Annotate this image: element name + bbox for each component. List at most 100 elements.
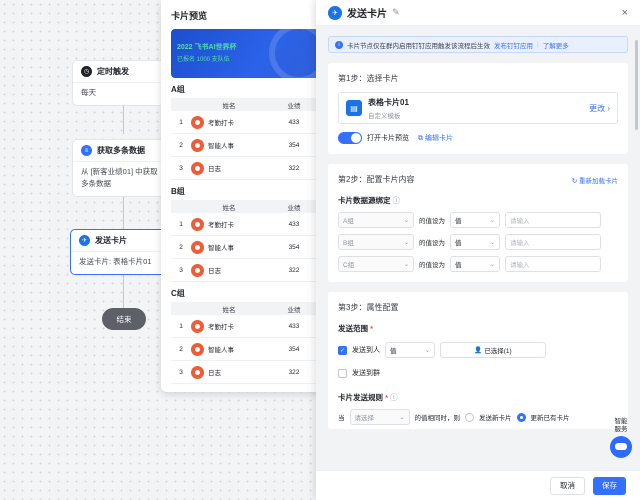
row-value: 433 [288, 118, 300, 126]
send-to-person-label: 发送到人 [352, 347, 380, 354]
preview-toggle[interactable] [338, 132, 362, 144]
value-type-select[interactable]: 值 ⌄ [450, 256, 500, 272]
row-name: 智能人事 [208, 347, 234, 354]
group-title: C组 [171, 289, 185, 298]
notice-text: 卡片节点仅在群内启用钉钉应用触发该流程后生效 [347, 42, 490, 50]
assistant-widget[interactable]: 智能 服务 [607, 418, 635, 458]
send-card-drawer: ✈ 发送卡片 ✎ × i 卡片节点仅在群内启用钉钉应用触发该流程后生效 发布钉钉… [316, 0, 640, 500]
drawer-title: 发送卡片 [347, 9, 387, 20]
rule-field-select[interactable]: 请选择 ⌄ [349, 409, 410, 425]
row-value: 354 [288, 141, 300, 149]
drawer-footer: 取消 保存 [316, 470, 640, 500]
chevron-down-icon: ⌄ [489, 217, 495, 224]
app-icon [191, 217, 204, 231]
col-name: 姓名 [222, 102, 236, 110]
app-icon [191, 240, 204, 254]
change-card-button[interactable]: 更改 › [589, 103, 610, 114]
change-label: 更改 [589, 103, 606, 113]
banner-line2: 已报名 1000 支队伍 [177, 57, 230, 63]
preview-title: 卡片预览 [171, 11, 208, 21]
value-type-select[interactable]: 值 ⌄ [450, 234, 500, 250]
help-icon: ⓘ [392, 196, 401, 205]
chevron-down-icon: ⌄ [403, 239, 409, 246]
node-title: 定时触发 [97, 67, 129, 76]
reload-label: 重新加载卡片 [579, 177, 618, 185]
cancel-button[interactable]: 取消 [550, 476, 585, 495]
value-type: 值 [455, 240, 462, 247]
row-value: 322 [288, 266, 300, 274]
opt-update-label: 更新已有卡片 [530, 415, 570, 422]
row-num: 1 [179, 118, 183, 126]
group-table: 姓名 业绩 1 考勤打卡 433 2 智能人事 354 3 日志 322 [171, 200, 321, 282]
save-button[interactable]: 保存 [593, 476, 626, 495]
chevron-down-icon: ⌄ [424, 347, 430, 354]
flow-node-send-card[interactable]: ✈ 发送卡片 发送卡片: 表格卡片01 [70, 229, 170, 275]
info-icon: i [335, 40, 343, 49]
send-to-group-checkbox[interactable] [338, 368, 347, 378]
selected-card[interactable]: ▤ 表格卡片01 自定义模板 更改 › [338, 92, 618, 124]
step3-section: 第3步：属性配置 发送范围 * ✓ 发送到人 值 ⌄ 👤 已选择(1) 发送到群 … [328, 292, 628, 429]
bind-label: 卡片数据源绑定 [338, 196, 391, 205]
chevron-down-icon: ⌄ [399, 414, 405, 421]
card-template-icon: ▤ [346, 100, 362, 116]
person-value-select[interactable]: 值 ⌄ [385, 342, 435, 358]
radio-update-existing[interactable] [516, 412, 526, 422]
row-value: 322 [288, 164, 300, 172]
step3-title: 第3步：属性配置 [338, 303, 399, 312]
preview-banner: 2022 飞书AI世界杯 已报名 1000 支队伍 [171, 29, 321, 78]
table-row: 3 日志 322 [171, 157, 321, 180]
group-select[interactable]: C组 ⌄ [338, 256, 414, 272]
card-name: 表格卡片01 [368, 97, 409, 107]
node-body: 从 [新客业绩01] 中获取多条数据 [73, 161, 171, 196]
value-type-select[interactable]: 值 ⌄ [450, 212, 500, 228]
edit-card-link[interactable]: ⧉ 编辑卡片 [418, 133, 453, 143]
row-name: 日志 [208, 166, 221, 173]
connector-line [123, 270, 124, 308]
row-num: 3 [179, 266, 183, 274]
opt-new-label: 发送新卡片 [479, 415, 512, 422]
row-name: 考勤打卡 [208, 120, 234, 127]
flow-node-timer-trigger[interactable]: ◷ 定时触发 每天 [72, 60, 172, 106]
publish-app-link[interactable]: 发布钉钉应用 [494, 40, 533, 50]
col-value: 业绩 [287, 204, 301, 212]
app-icon [191, 138, 204, 152]
user-icon: 👤 [474, 347, 485, 354]
radio-send-new[interactable] [465, 412, 474, 422]
value-input[interactable]: 请输入 [505, 212, 601, 228]
scrollbar[interactable] [635, 40, 638, 130]
learn-more-link[interactable]: 了解更多 [543, 40, 569, 50]
bind-row: C组 ⌄ 的值设为 值 ⌄ 请输入 [338, 256, 618, 272]
reload-card-button[interactable]: ↻ 重新加载卡片 [572, 175, 618, 185]
col-name: 姓名 [222, 306, 236, 314]
row-num: 3 [179, 164, 183, 172]
table-row: 3 日志 322 [171, 361, 321, 384]
app-icon [191, 342, 204, 356]
group-value: C组 [343, 262, 355, 269]
edit-title-icon[interactable]: ✎ [392, 7, 400, 18]
row-value: 433 [288, 322, 300, 330]
step2-title: 第2步：配置卡片内容 [338, 175, 415, 184]
close-icon[interactable]: × [622, 7, 628, 19]
info-notice: i 卡片节点仅在群内启用钉钉应用触发该流程后生效 发布钉钉应用 | 了解更多 [328, 36, 628, 53]
set-label: 的值设为 [419, 218, 445, 225]
flow-node-get-data[interactable]: ≡ 获取多条数据 从 [新客业绩01] 中获取多条数据 [72, 139, 172, 197]
select-people-button[interactable]: 👤 已选择(1) [440, 342, 546, 358]
row-name: 日志 [208, 268, 221, 275]
value-input[interactable]: 请输入 [505, 256, 601, 272]
value-type: 值 [455, 262, 462, 269]
flow-end-node[interactable]: 结束 [102, 308, 146, 330]
row-value: 354 [288, 243, 300, 251]
row-name: 智能人事 [208, 245, 234, 252]
help-icon: ⓘ [390, 393, 398, 402]
toggle-label: 打开卡片预览 [367, 135, 409, 142]
table-header: 姓名 业绩 [171, 302, 321, 315]
group-select[interactable]: B组 ⌄ [338, 234, 414, 250]
send-to-person-checkbox[interactable]: ✓ [338, 345, 347, 355]
send-card-icon: ✈ [328, 5, 342, 20]
row-value: 433 [288, 220, 300, 228]
group-select[interactable]: A组 ⌄ [338, 212, 414, 228]
drawer-body[interactable]: i 卡片节点仅在群内启用钉钉应用触发该流程后生效 发布钉钉应用 | 了解更多 第… [316, 26, 640, 470]
drawer-header: ✈ 发送卡片 ✎ × [316, 0, 640, 26]
row-name: 考勤打卡 [208, 222, 234, 229]
value-input[interactable]: 请输入 [505, 234, 601, 250]
